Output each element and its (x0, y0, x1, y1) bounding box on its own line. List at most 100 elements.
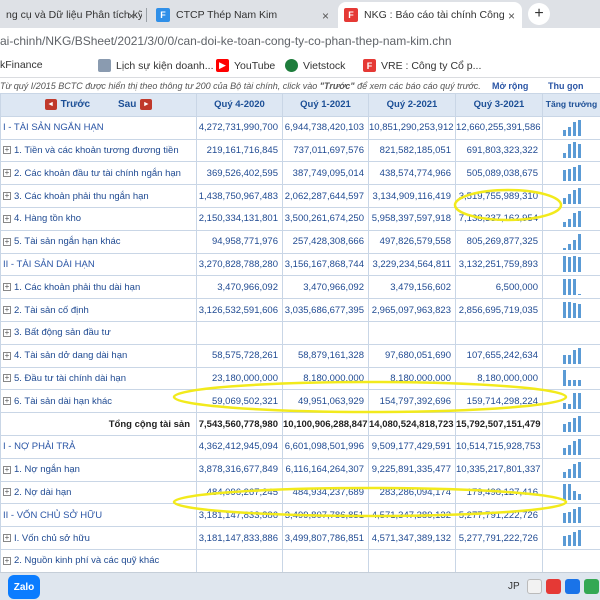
row-label[interactable]: +3. Bất động sản đầu tư (0, 320, 197, 345)
trend-cell[interactable] (542, 161, 600, 186)
row-label[interactable]: +1. Các khoản phải thu dài hạn (0, 275, 197, 300)
row-label[interactable]: +4. Hàng tồn kho (0, 206, 197, 231)
trend-cell[interactable] (542, 320, 600, 345)
expand-plus-icon[interactable]: + (3, 214, 11, 223)
trend-bar (567, 422, 571, 433)
row-label[interactable]: +6. Tài sản dài hạn khác (0, 389, 197, 414)
bookmark-kfinance[interactable]: kFinance (0, 59, 43, 71)
language-indicator[interactable]: JP (508, 581, 520, 592)
tab-nkg-report[interactable]: F NKG : Báo cáo tài chính Công ty C × (338, 2, 522, 28)
value-cell: 505,089,038,675 (455, 161, 543, 186)
collapse-link[interactable]: Thu gọn (548, 81, 584, 91)
expand-plus-icon[interactable]: + (3, 306, 11, 315)
trend-cell[interactable] (542, 480, 600, 505)
row-label[interactable]: +1. Nợ ngắn hạn (0, 457, 197, 482)
f-icon: F (156, 8, 170, 22)
address-bar[interactable]: ai-chinh/NKG/BSheet/2021/3/0/0/can-doi-k… (0, 28, 600, 56)
expand-plus-icon[interactable]: + (3, 283, 11, 292)
trend-cell[interactable] (542, 412, 600, 436)
expand-plus-icon[interactable]: + (3, 237, 11, 246)
bookmark-events[interactable]: Lịch sự kiện doanh... (98, 59, 214, 72)
note-bold[interactable]: "Trước" (320, 81, 355, 91)
trend-cell[interactable] (542, 343, 600, 368)
table-body: I - TÀI SẢN NGẮN HẠN 4,272,731,990,700 6,9… (0, 115, 600, 572)
trend-cell[interactable] (542, 275, 600, 300)
trend-cell[interactable] (542, 503, 600, 528)
close-icon[interactable]: × (128, 9, 135, 23)
new-tab-button[interactable]: + (528, 3, 550, 25)
trend-cell[interactable] (542, 229, 600, 254)
bookmark-vietstock[interactable]: Vietstock (285, 59, 345, 72)
row-label[interactable]: +5. Tài sản ngắn hạn khác (0, 229, 197, 254)
url-text[interactable]: ai-chinh/NKG/BSheet/2021/3/0/0/can-doi-k… (0, 34, 452, 48)
expand-plus-icon[interactable]: + (3, 192, 11, 201)
value-cell: 6,116,164,264,307 (282, 457, 369, 482)
row-label[interactable]: +3. Các khoản phải thu ngắn hạn (0, 184, 197, 208)
expand-plus-icon[interactable]: + (3, 397, 11, 406)
prev-arrow-icon[interactable]: ◄ (44, 99, 57, 111)
close-icon[interactable]: × (508, 9, 515, 23)
expand-plus-icon[interactable]: + (3, 328, 11, 337)
next-arrow-icon[interactable]: ► (140, 99, 153, 111)
expand-plus-icon[interactable]: + (3, 146, 11, 155)
trend-cell[interactable] (542, 526, 600, 550)
row-label[interactable]: +2. Các khoản đầu tư tài chính ngắn hạn (0, 161, 197, 186)
trend-cell[interactable] (542, 298, 600, 322)
row-label[interactable]: + I. Vốn chủ sở hữu (0, 526, 197, 550)
tray-app-icon[interactable] (527, 579, 542, 594)
trend-bar (567, 279, 571, 296)
row-label[interactable]: +1. Tiền và các khoản tương đương tiền (0, 138, 197, 163)
trend-bar (577, 438, 581, 455)
value-cell: 7,138,337,162,954 (455, 206, 543, 231)
prev-button[interactable]: Trước (61, 99, 90, 110)
tray-red-icon[interactable] (546, 579, 561, 594)
value-cell: 3,519,755,989,310 (455, 184, 543, 208)
row-label[interactable]: +5. Đầu tư tài chính dài hạn (0, 366, 197, 391)
expand-plus-icon[interactable]: + (3, 488, 11, 497)
expand-plus-icon[interactable]: + (3, 465, 11, 474)
bookmark-label: kFinance (0, 59, 43, 71)
value-cell: 23,180,000,000 (196, 366, 283, 391)
expand-plus-icon[interactable]: + (3, 374, 11, 383)
trend-bar (562, 153, 566, 159)
bookmark-youtube[interactable]: ▶ YouTube (216, 59, 275, 72)
value-cell: 2,856,695,719,035 (455, 298, 543, 322)
row-label[interactable]: +2. Nguồn kinh phí và các quỹ khác (0, 548, 197, 572)
row-label[interactable]: +4. Tài sản dở dang dài hạn (0, 343, 197, 368)
value-cell: 737,011,697,576 (282, 138, 369, 163)
trend-cell[interactable] (542, 457, 600, 482)
trend-cell[interactable] (542, 184, 600, 208)
trend-bar (572, 239, 576, 250)
trend-bar (577, 165, 581, 182)
expand-link[interactable]: Mở rộng (492, 81, 528, 91)
trend-bar (567, 535, 571, 547)
row-label: I - TÀI SẢN NGẮN HẠN (0, 115, 197, 140)
row-label[interactable]: +2. Tài sản cố định (0, 298, 197, 322)
trend-bar (577, 119, 581, 136)
next-button[interactable]: Sau (118, 99, 136, 110)
trend-bar-chart-icon (544, 210, 600, 227)
tray-blue-icon[interactable] (565, 579, 580, 594)
tray-green-icon[interactable] (584, 579, 599, 594)
value-cell: 10,100,906,288,847 (282, 412, 369, 436)
expand-plus-icon[interactable]: + (3, 534, 11, 543)
trend-cell[interactable] (542, 434, 600, 459)
trend-cell[interactable] (542, 206, 600, 231)
tab-technical-analysis[interactable]: ng cụ và Dữ liệu Phân tích kỹ t × (0, 2, 142, 28)
trend-cell[interactable] (542, 138, 600, 163)
zalo-icon[interactable]: Zalo (8, 575, 40, 599)
tab-nam-kim[interactable]: F CTCP Thép Nam Kim × (150, 2, 336, 28)
trend-cell[interactable] (542, 252, 600, 277)
expand-plus-icon[interactable]: + (3, 351, 11, 360)
value-cell (368, 548, 456, 572)
trend-cell[interactable] (542, 115, 600, 140)
row-label[interactable]: +2. Nợ dài hạn (0, 480, 197, 505)
close-icon[interactable]: × (322, 9, 329, 23)
expand-plus-icon[interactable]: + (3, 169, 11, 178)
bookmark-vre[interactable]: F VRE : Công ty Cổ p... (363, 59, 481, 72)
trend-cell[interactable] (542, 366, 600, 391)
value-cell: 58,879,161,328 (282, 343, 369, 368)
expand-plus-icon[interactable]: + (3, 556, 11, 565)
trend-cell[interactable] (542, 548, 600, 572)
trend-cell[interactable] (542, 389, 600, 414)
